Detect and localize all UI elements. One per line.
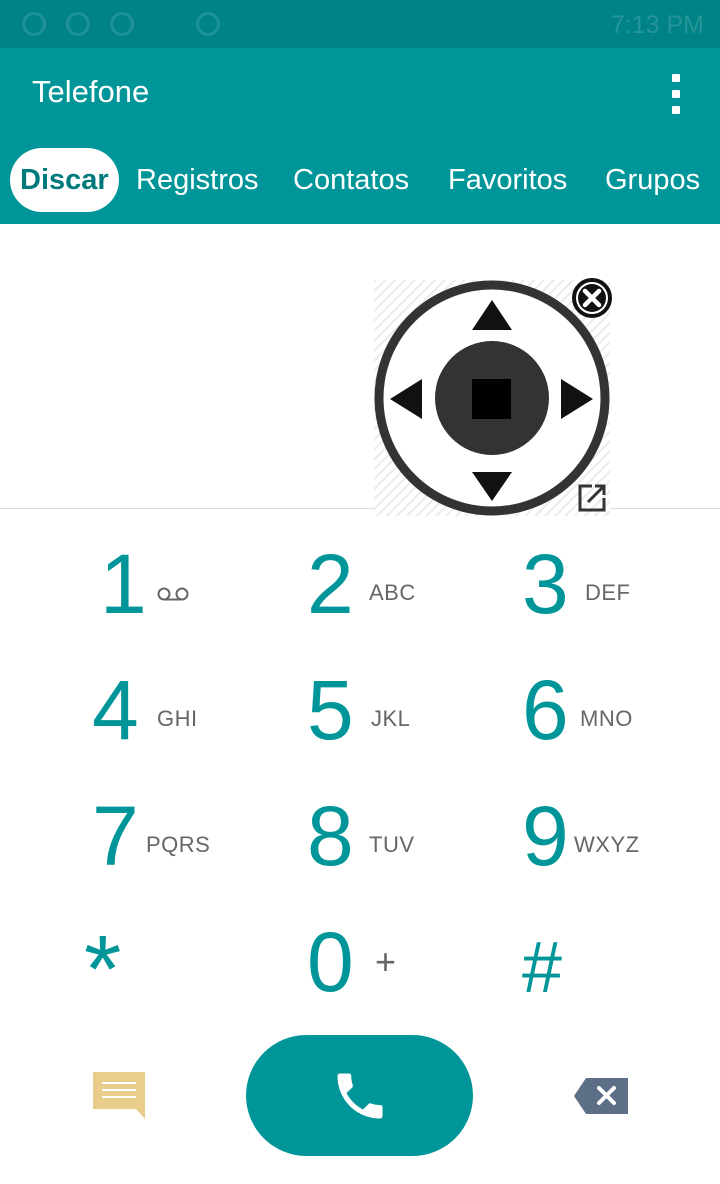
key-3[interactable]: 3 DEF xyxy=(522,542,652,642)
key-7[interactable]: 7 PQRS xyxy=(92,794,222,894)
key-letters: ABC xyxy=(369,580,416,605)
app-bar: Telefone Discar Registros Contatos Favor… xyxy=(0,48,720,224)
key-letters: MNO xyxy=(580,706,633,731)
key-digit: 0 xyxy=(307,915,354,1009)
key-letters: GHI xyxy=(157,706,198,731)
key-hash[interactable]: # xyxy=(522,920,622,1020)
key-digit: 4 xyxy=(92,663,139,757)
key-digit: 2 xyxy=(307,537,354,631)
tab-discar[interactable]: Discar xyxy=(10,148,119,212)
overflow-menu-icon[interactable] xyxy=(662,70,690,118)
key-letters: PQRS xyxy=(146,832,211,857)
message-icon[interactable] xyxy=(92,1071,148,1121)
open-external-icon[interactable] xyxy=(576,482,608,514)
key-4[interactable]: 4 GHI xyxy=(92,668,222,768)
sync-icon xyxy=(66,12,90,36)
key-digit: 7 xyxy=(92,789,139,883)
key-8[interactable]: 8 TUV xyxy=(307,794,437,894)
key-digit: 8 xyxy=(307,789,354,883)
app-title: Telefone xyxy=(32,74,150,109)
tab-contatos[interactable]: Contatos xyxy=(293,148,409,212)
key-letters: + xyxy=(375,941,397,982)
backspace-icon[interactable] xyxy=(572,1076,630,1116)
key-digit: 1 xyxy=(100,537,147,631)
status-time: 7:13 PM xyxy=(610,11,704,39)
key-9[interactable]: 9 WXYZ xyxy=(522,794,662,894)
stop-icon[interactable] xyxy=(472,379,511,419)
tab-registros[interactable]: Registros xyxy=(136,148,259,212)
key-6[interactable]: 6 MNO xyxy=(522,668,652,768)
tab-favoritos[interactable]: Favoritos xyxy=(448,148,567,212)
key-digit: * xyxy=(84,916,122,1023)
key-letters: JKL xyxy=(371,706,411,731)
globe-icon xyxy=(196,12,220,36)
call-button[interactable] xyxy=(246,1035,473,1156)
key-star[interactable]: * xyxy=(84,920,184,1020)
key-letters: TUV xyxy=(369,832,415,857)
key-digit: 6 xyxy=(522,663,569,757)
tab-bar: Discar Registros Contatos Favoritos Grup… xyxy=(0,148,720,212)
phone-icon xyxy=(337,1073,383,1119)
key-digit: 5 xyxy=(307,663,354,757)
key-5[interactable]: 5 JKL xyxy=(307,668,437,768)
status-bar: 7:13 PM xyxy=(0,0,720,48)
tab-grupos[interactable]: Grupos xyxy=(605,148,700,212)
key-2[interactable]: 2 ABC xyxy=(307,542,437,642)
key-digit: 3 xyxy=(522,537,569,631)
key-0[interactable]: 0 + xyxy=(307,920,437,1020)
number-field-divider xyxy=(0,508,720,509)
notification-icon xyxy=(22,12,46,36)
key-letters: WXYZ xyxy=(574,832,640,857)
key-letters: DEF xyxy=(585,580,631,605)
notification-icon xyxy=(110,12,134,36)
voicemail-icon xyxy=(157,587,189,601)
close-icon[interactable] xyxy=(572,278,612,318)
key-digit: # xyxy=(522,928,563,1008)
key-digit: 9 xyxy=(522,789,569,883)
key-1[interactable]: 1 xyxy=(100,542,210,642)
